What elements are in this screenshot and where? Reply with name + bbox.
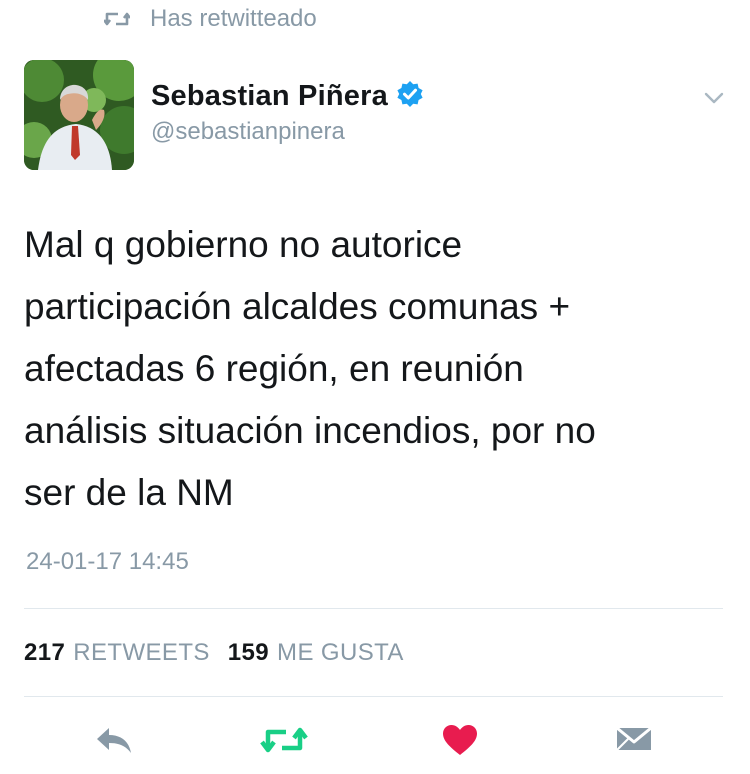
retweet-context-icon	[104, 10, 130, 28]
message-button[interactable]	[612, 718, 656, 762]
direct-message-icon	[615, 724, 653, 756]
action-bar	[0, 718, 750, 762]
author-handle[interactable]: @sebastianpinera	[151, 118, 424, 146]
divider	[24, 608, 723, 609]
retweets-stat[interactable]: 217 RETWEETS	[24, 639, 210, 667]
likes-count: 159	[227, 639, 270, 666]
likes-label: ME GUSTA	[277, 639, 404, 666]
avatar[interactable]	[24, 60, 134, 170]
retweet-context: Has retwitteado	[104, 4, 317, 34]
retweet-icon	[260, 724, 308, 756]
retweet-button[interactable]	[260, 718, 308, 762]
heart-icon	[442, 724, 478, 756]
verified-badge-icon	[396, 80, 424, 113]
tweet-text: Mal q gobierno no autorice participación…	[24, 224, 596, 513]
retweet-context-label: Has retwitteado	[150, 5, 317, 32]
retweets-count: 217	[24, 639, 66, 666]
chevron-down-icon[interactable]	[702, 86, 726, 110]
author-block: Sebastian Piñera @sebastianpinera	[151, 78, 424, 146]
divider	[24, 696, 723, 697]
tweet-header: Sebastian Piñera @sebastianpinera	[24, 60, 726, 172]
tweet-timestamp[interactable]: 24-01-17 14:45	[26, 548, 189, 576]
reply-icon	[94, 725, 134, 755]
likes-stat[interactable]: 159 ME GUSTA	[228, 639, 404, 667]
like-button[interactable]	[438, 718, 482, 762]
display-name-row: Sebastian Piñera	[151, 78, 424, 114]
reply-button[interactable]	[92, 718, 136, 762]
retweets-label: RETWEETS	[73, 639, 210, 666]
display-name[interactable]: Sebastian Piñera	[151, 80, 388, 113]
tweet-stats: 217 RETWEETS 159 ME GUSTA	[24, 636, 404, 670]
